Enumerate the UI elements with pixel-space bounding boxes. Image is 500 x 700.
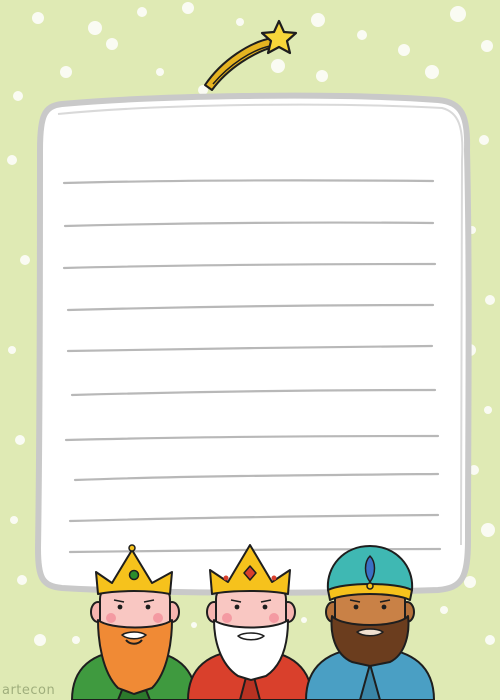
right-eye: [381, 604, 387, 610]
right-eye: [145, 604, 151, 610]
left-eye: [117, 604, 123, 610]
shooting-star-icon: [204, 19, 298, 91]
right-eye: [262, 604, 268, 610]
watermark-text: artecon: [2, 683, 56, 698]
left-eye: [353, 604, 359, 610]
letter-template: artecon: [0, 0, 500, 700]
left-eye: [234, 604, 240, 610]
illustration: [7, 2, 495, 700]
